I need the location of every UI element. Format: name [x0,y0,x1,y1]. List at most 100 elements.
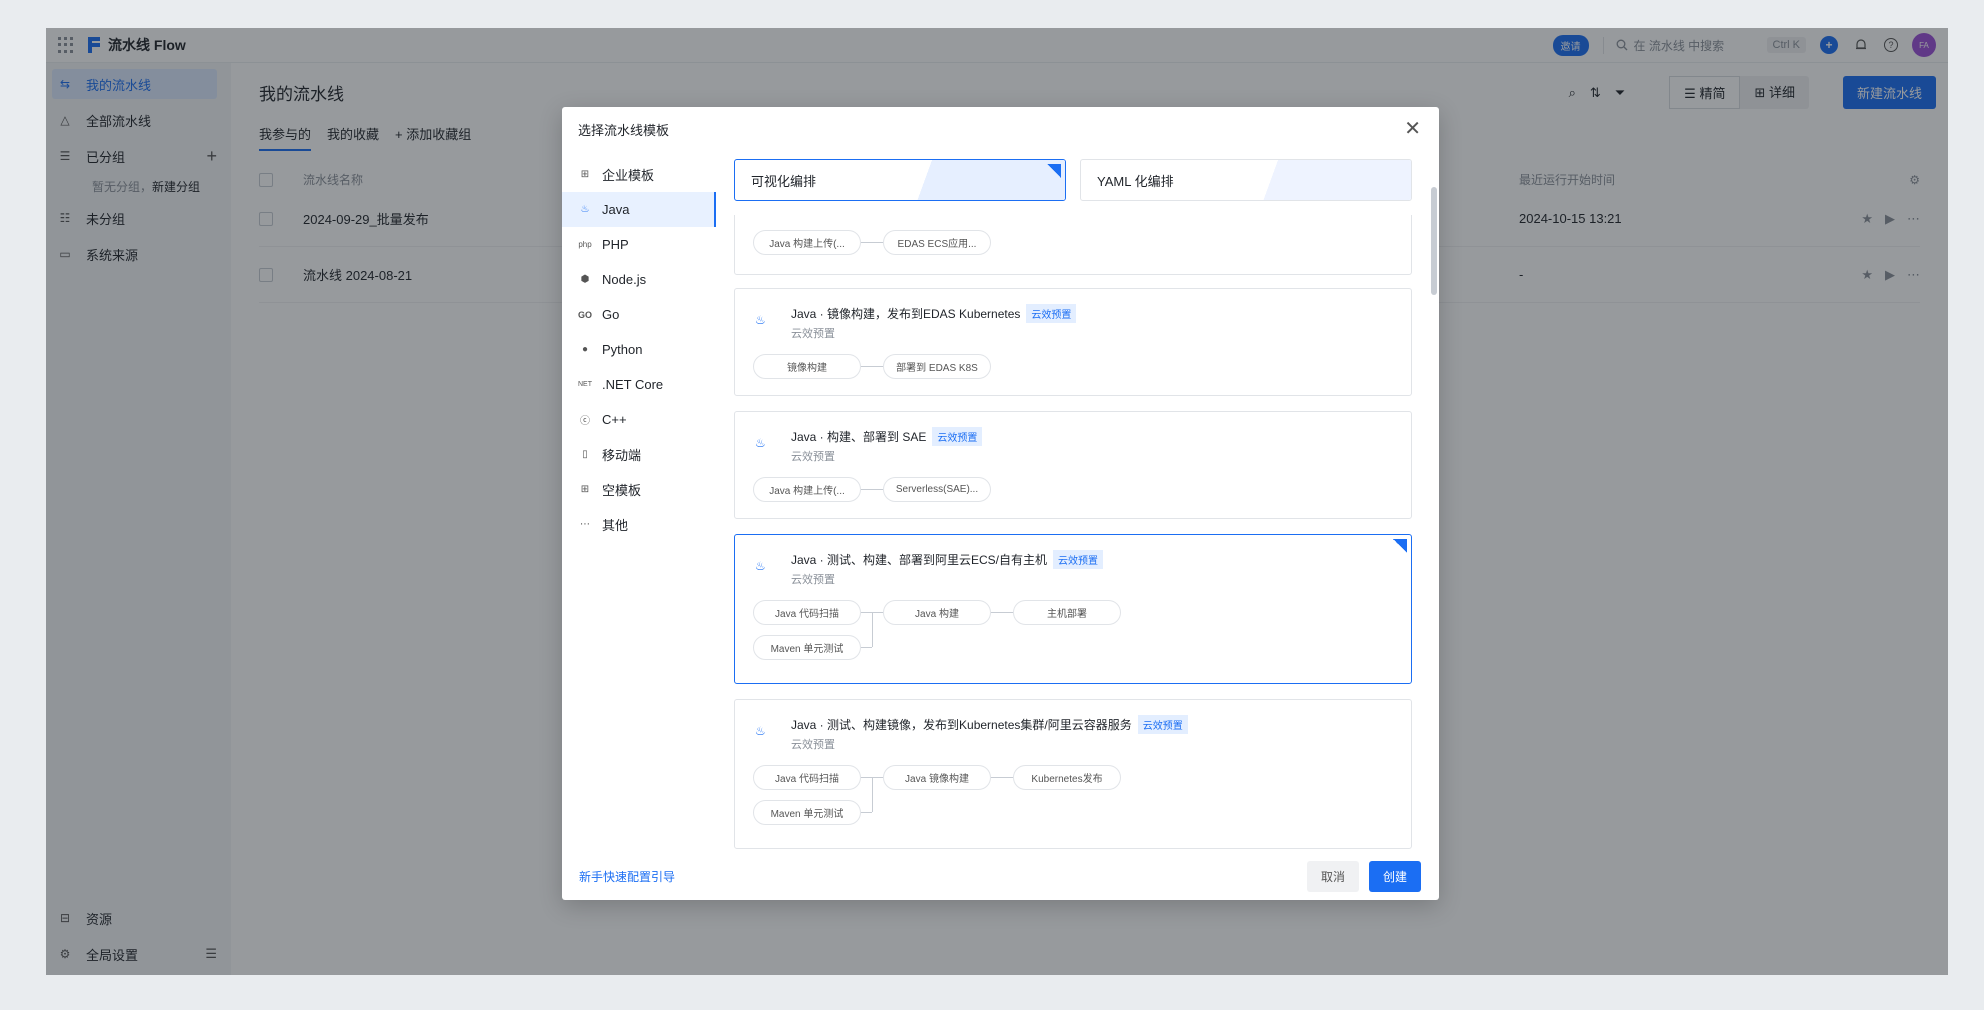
card-title-text: Java · 镜像构建，发布到EDAS Kubernetes [791,307,1021,321]
template-card[interactable]: Java 构建上传(... EDAS ECS应用... [734,215,1412,275]
card-title: Java · 测试、构建、部署到阿里云ECS/自有主机 云效预置 [791,550,1104,569]
step-chip: Java 构建上传(... [753,477,861,502]
selected-corner-icon [1047,164,1061,178]
card-title: Java · 测试、构建镜像，发布到Kubernetes集群/阿里云容器服务 云效… [791,715,1188,734]
card-title-text: Java · 构建、部署到 SAE [791,430,927,444]
template-card[interactable]: ♨ Java · 镜像构建，发布到EDAS Kubernetes 云效预置 云效预… [734,288,1412,396]
nav-blank[interactable]: ⊞ 空模板 [562,472,716,507]
step-connector [861,489,883,490]
preset-badge: 云效预置 [1026,304,1077,323]
step-chip: EDAS ECS应用... [883,230,991,255]
template-content: 可视化编排 YAML 化编排 Java 构建上传(... EDAS ECS应用.… [734,159,1412,852]
grid-icon: ⊞ [580,169,590,180]
step-connector [991,777,1013,778]
card-subtitle: 云效预置 [791,574,835,586]
step-connector [861,647,872,648]
template-card[interactable]: ♨ Java · 测试、构建镜像，发布到Kubernetes集群/阿里云容器服务… [734,699,1412,849]
card-title-text: Java · 测试、构建、部署到阿里云ECS/自有主机 [791,553,1048,567]
nav-label: 移动端 [602,448,642,463]
nav-java[interactable]: ♨ Java [562,192,716,227]
step-chip: Java 镜像构建 [883,765,991,790]
step-branch-connector [872,612,873,647]
more-icon: ⋯ [580,519,590,530]
nodejs-icon: ⬢ [580,274,590,285]
nav-mobile[interactable]: ▯ 移动端 [562,437,716,472]
template-modal: 选择流水线模板 ✕ ⊞ 企业模板 ♨ Java php PHP ⬢ Node.js GO… [562,107,1439,900]
cancel-button[interactable]: 取消 [1306,860,1359,892]
mode-label: YAML 化编排 [1097,173,1174,189]
preset-badge: 云效预置 [1137,715,1188,734]
nav-label: Node.js [602,272,647,287]
scrollbar-thumb[interactable] [1431,187,1437,295]
nav-label: Python [602,342,643,357]
step-connector [861,242,883,243]
template-list: Java 构建上传(... EDAS ECS应用... ♨ Java · 镜像构… [734,215,1412,852]
cpp-icon: ⓒ [580,416,590,427]
nav-label: 空模板 [602,483,642,498]
blank-template-icon: ⊞ [580,484,590,495]
template-list-scrollbar[interactable] [1429,147,1439,852]
template-card[interactable]: ♨ Java · 构建、部署到 SAE 云效预置 云效预置 Java 构建上传(.… [734,411,1412,519]
quick-guide-link[interactable]: 新手快速配置引导 [579,868,675,885]
nav-label: Java [602,202,630,217]
step-connector [861,812,872,813]
go-icon: GO [578,309,593,320]
nav-label: .NET Core [602,377,664,392]
nav-label: 其他 [602,518,629,533]
preset-badge: 云效预置 [932,427,983,446]
step-chip: 部署到 EDAS K8S [883,354,991,379]
step-chip: Kubernetes发布 [1013,765,1121,790]
card-title: Java · 构建、部署到 SAE 云效预置 [791,427,983,446]
step-chip: Serverless(SAE)... [883,477,991,502]
preset-badge: 云效预置 [1053,550,1104,569]
nav-label: Go [602,307,620,322]
nav-nodejs[interactable]: ⬢ Node.js [562,262,716,297]
mode-label: 可视化编排 [751,173,817,189]
java-icon: ♨ [755,313,766,327]
python-icon: ● [581,344,589,355]
card-subtitle: 云效预置 [791,451,835,463]
nav-dotnet[interactable]: NET .NET Core [562,367,716,402]
java-icon: ♨ [755,724,766,738]
selected-corner-icon [1393,539,1407,553]
modal-title: 选择流水线模板 [578,123,670,138]
yaml-illustration [1241,160,1411,200]
dotnet-icon: NET [578,381,592,388]
step-branch-connector [872,777,873,812]
nav-cpp[interactable]: ⓒ C++ [562,402,716,437]
nav-label: 企业模板 [602,168,655,183]
nav-php[interactable]: php PHP [562,227,716,262]
template-category-nav: ⊞ 企业模板 ♨ Java php PHP ⬢ Node.js GO Go ● Python… [562,157,716,542]
card-title: Java · 镜像构建，发布到EDAS Kubernetes 云效预置 [791,304,1077,323]
template-card-selected[interactable]: ♨ Java · 测试、构建、部署到阿里云ECS/自有主机 云效预置 云效预置 J… [734,534,1412,684]
create-button[interactable]: 创建 [1368,860,1421,892]
java-icon: ♨ [755,436,766,450]
step-chip: 镜像构建 [753,354,861,379]
mode-yaml[interactable]: YAML 化编排 [1080,159,1412,201]
modal-footer: 新手快速配置引导 取消 创建 [562,852,1439,900]
java-icon: ♨ [755,559,766,573]
step-chip: Java 代码扫描 [753,765,861,790]
step-chip: 主机部署 [1013,600,1121,625]
java-icon: ♨ [580,204,590,215]
step-chip: Java 代码扫描 [753,600,861,625]
step-chip: Java 构建 [883,600,991,625]
mode-visual[interactable]: 可视化编排 [734,159,1066,201]
php-icon: php [578,240,592,249]
step-connector [861,366,883,367]
step-connector [991,612,1013,613]
step-chip: Maven 单元测试 [753,635,861,660]
step-chip: Maven 单元测试 [753,800,861,825]
step-chip: Java 构建上传(... [753,230,861,255]
nav-python[interactable]: ● Python [562,332,716,367]
nav-go[interactable]: GO Go [562,297,716,332]
nav-label: C++ [602,412,627,427]
nav-other[interactable]: ⋯ 其他 [562,507,716,542]
card-subtitle: 云效预置 [791,328,835,340]
mobile-icon: ▯ [582,449,588,460]
nav-enterprise-templates[interactable]: ⊞ 企业模板 [562,157,716,192]
nav-label: PHP [602,237,629,252]
card-title-text: Java · 测试、构建镜像，发布到Kubernetes集群/阿里云容器服务 [791,718,1132,732]
card-subtitle: 云效预置 [791,739,835,751]
close-icon[interactable]: ✕ [1404,116,1421,141]
